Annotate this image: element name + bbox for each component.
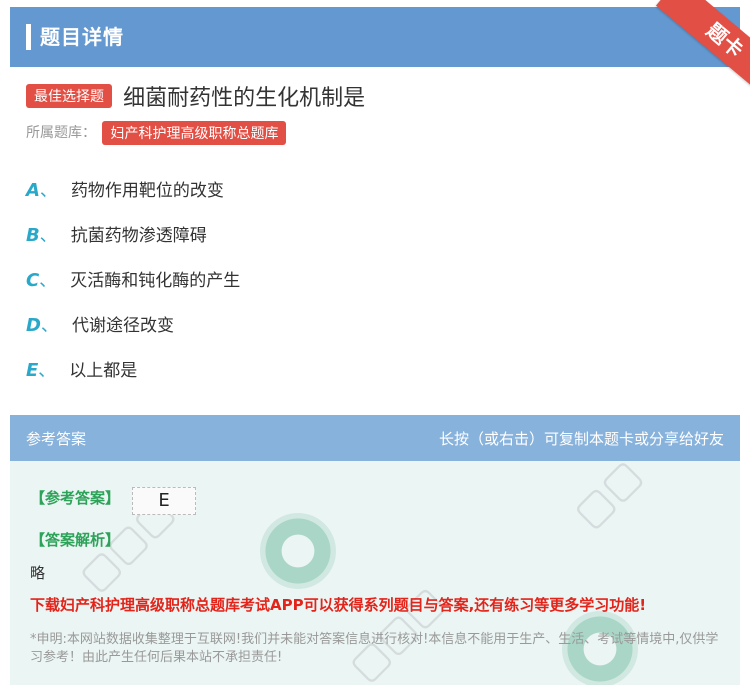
option-text: 抗菌药物渗透障碍 [70,226,207,246]
answer-header: 参考答案 长按（或右击）可复制本题卡或分享给好友 [10,415,740,461]
option-separator: 、 [39,271,57,291]
bank-label: 所属题库： [26,125,96,141]
option-text: 以上都是 [69,361,138,381]
answer-value-image: E [132,487,196,515]
answer-panel: ▢▢▢ ▢▢▢ ▢▢ 【参考答案】 E 【答案解析】 略 下载妇产科护理高级职称… [10,461,740,685]
option-b[interactable]: B、 抗菌药物渗透障碍 [26,221,207,246]
analysis-label: 【答案解析】 [30,531,121,549]
option-text: 灭活酶和钝化酶的产生 [70,271,241,291]
analysis-text: 略 [30,564,46,582]
option-separator: 、 [38,361,56,381]
header-accent-bar [26,24,31,50]
option-letter: D [26,315,41,336]
corner-ribbon: 题卡 [640,0,750,90]
download-app-link[interactable]: 下载妇产科护理高级职称总题库考试APP可以获得系列题目与答案,还有练习等更多学习… [30,594,646,615]
question-text: 细菌耐药性的生化机制是 [123,86,366,111]
bank-name-tag[interactable]: 妇产科护理高级职称总题库 [102,121,287,145]
detail-header: 题目详情 [10,7,740,67]
option-a[interactable]: A、 药物作用靶位的改变 [26,176,224,201]
watermark-logo [260,513,336,589]
watermark-mark: ▢▢ [564,461,651,537]
question-type-tag: 最佳选择题 [26,84,112,108]
option-separator: 、 [39,181,57,201]
option-letter: A [26,180,40,201]
option-c[interactable]: C、 灭活酶和钝化酶的产生 [26,266,240,291]
answer-label: 【参考答案】 [30,489,121,507]
header-title: 题目详情 [40,25,124,49]
option-separator: 、 [39,226,57,246]
share-hint: 长按（或右击）可复制本题卡或分享给好友 [438,430,724,448]
question-bank: 所属题库： 妇产科护理高级职称总题库 [26,121,287,145]
option-d[interactable]: D、 代谢途径改变 [26,311,174,336]
option-letter: E [26,360,39,381]
option-e[interactable]: E、 以上都是 [26,356,137,381]
ribbon-label: 题卡 [655,0,750,90]
option-letter: C [26,270,40,291]
disclaimer-text: *申明:本网站数据收集整理于互联网!我们并未能对答案信息进行核对!本信息不能用于… [30,632,719,665]
question-line: 最佳选择题 细菌耐药性的生化机制是 [26,80,365,112]
option-separator: 、 [40,316,58,336]
option-text: 代谢途径改变 [71,316,174,336]
option-text: 药物作用靶位的改变 [70,181,224,201]
option-letter: B [26,225,40,246]
answer-header-title: 参考答案 [26,430,87,448]
